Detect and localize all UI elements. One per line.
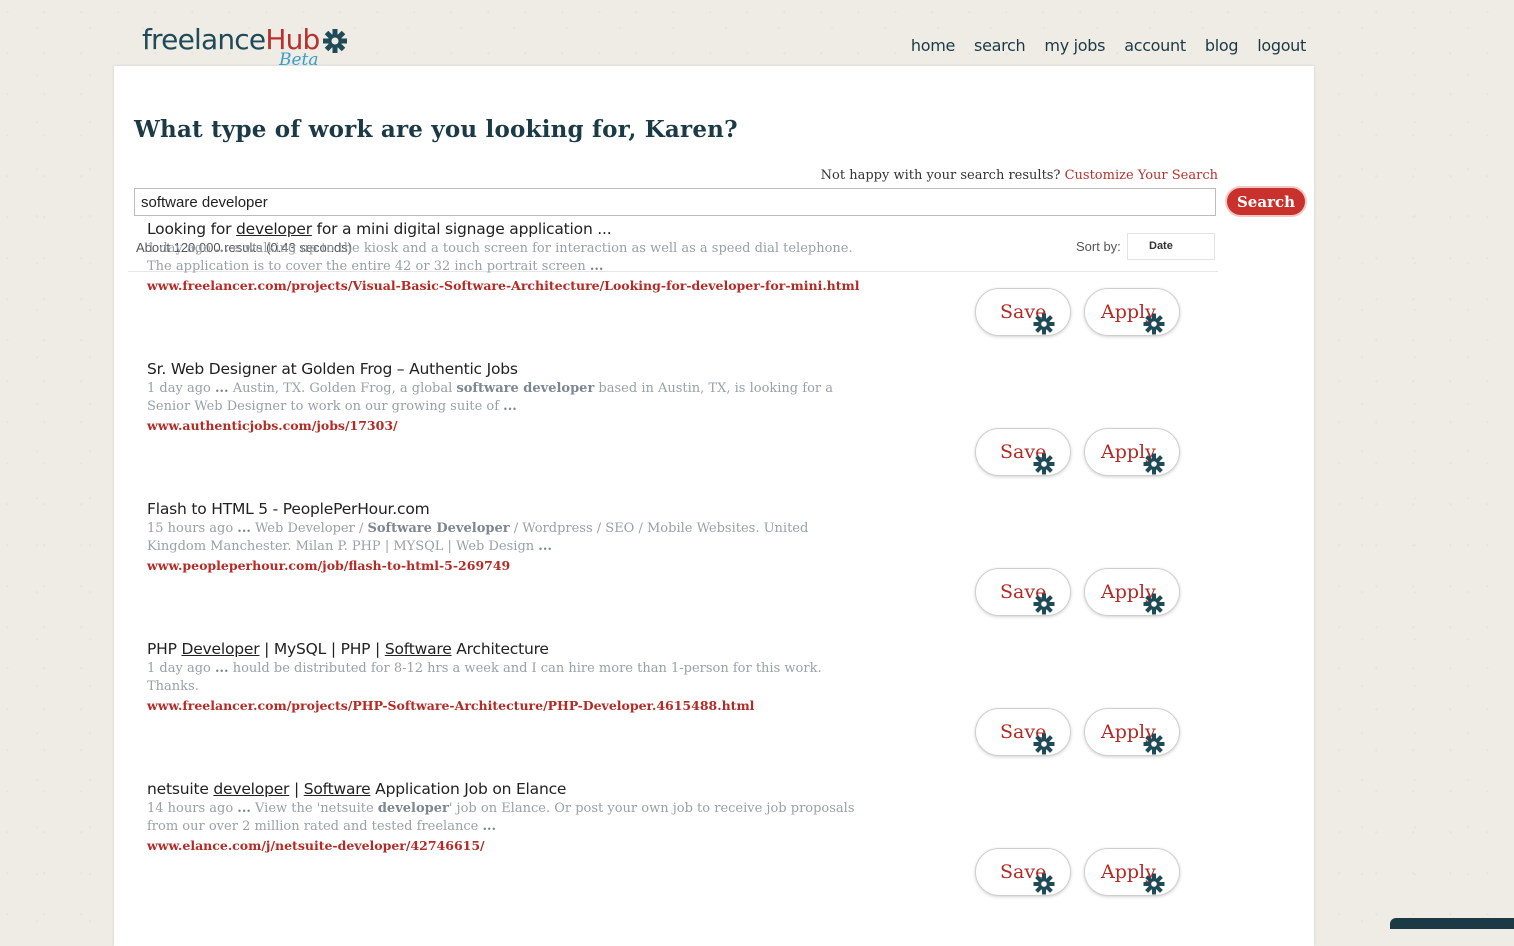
result-title[interactable]: Flash to HTML 5 - PeoplePerHour.com [147,500,430,518]
result-title[interactable]: netsuite developer | Software Applicatio… [147,780,566,798]
gear-icon [1032,452,1056,481]
apply-button[interactable]: Apply [1084,568,1180,616]
result-title[interactable]: PHP Developer | MySQL | PHP | Software A… [147,640,549,658]
result-item: Sr. Web Designer at Golden Frog – Authen… [147,360,1197,500]
customize-row: Not happy with your search results? Cust… [821,168,1218,183]
result-snippet: 1 day ago ... e walking up to the kiosk … [147,241,853,274]
search-button[interactable]: Search [1227,188,1305,215]
gear-icon [1032,592,1056,621]
result-url[interactable]: www.freelancer.com/projects/Visual-Basic… [147,278,860,293]
search-input[interactable] [134,188,1216,216]
result-url[interactable]: www.freelancer.com/projects/PHP-Software… [147,698,754,713]
result-snippet: 1 day ago ... Austin, TX. Golden Frog, a… [147,381,833,414]
result-url[interactable]: www.authenticjobs.com/jobs/17303/ [147,418,398,433]
nav-blog[interactable]: blog [1205,36,1239,55]
result-item: PHP Developer | MySQL | PHP | Software A… [147,640,1197,780]
result-snippet: 1 day ago ... hould be distributed for 8… [147,661,822,694]
main-nav: home search my jobs account blog logout [911,36,1306,55]
main-panel: What type of work are you looking for, K… [114,66,1314,946]
save-button[interactable]: Save [975,568,1071,616]
gear-icon [1142,872,1166,901]
logo-text-freelance: freelance [142,23,266,56]
result-url[interactable]: www.elance.com/j/netsuite-developer/4274… [147,838,485,853]
apply-button[interactable]: Apply [1084,708,1180,756]
gear-icon [323,29,347,53]
gear-icon [1142,592,1166,621]
nav-account[interactable]: account [1124,36,1186,55]
gear-icon [1032,312,1056,341]
nav-search[interactable]: search [974,36,1026,55]
customize-prompt: Not happy with your search results? [820,168,1061,183]
save-button[interactable]: Save [975,428,1071,476]
apply-button[interactable]: Apply [1084,428,1180,476]
save-button[interactable]: Save [975,288,1071,336]
page-title: What type of work are you looking for, K… [134,116,738,143]
apply-button[interactable]: Apply [1084,848,1180,896]
gear-icon [1032,732,1056,761]
save-button[interactable]: Save [975,848,1071,896]
result-title[interactable]: Sr. Web Designer at Golden Frog – Authen… [147,360,518,378]
gear-icon [1142,732,1166,761]
result-snippet: 14 hours ago ... View the 'netsuite deve… [147,801,855,834]
result-item: Flash to HTML 5 - PeoplePerHour.com 15 ho… [147,500,1197,640]
gear-icon [1032,872,1056,901]
nav-my-jobs[interactable]: my jobs [1044,36,1105,55]
gear-icon [1142,312,1166,341]
result-item: Looking for developer for a mini digital… [147,220,1197,360]
customize-search-link[interactable]: Customize Your Search [1065,168,1218,183]
save-button[interactable]: Save [975,708,1071,756]
gear-icon [1142,452,1166,481]
feedback-tab[interactable] [1390,918,1514,929]
result-snippet: 15 hours ago ... Web Developer / Softwar… [147,521,809,554]
result-title[interactable]: Looking for developer for a mini digital… [147,220,612,238]
nav-home[interactable]: home [911,36,955,55]
result-item: netsuite developer | Software Applicatio… [147,780,1197,920]
result-url[interactable]: www.peopleperhour.com/job/flash-to-html-… [147,558,510,573]
nav-logout[interactable]: logout [1257,36,1306,55]
apply-button[interactable]: Apply [1084,288,1180,336]
